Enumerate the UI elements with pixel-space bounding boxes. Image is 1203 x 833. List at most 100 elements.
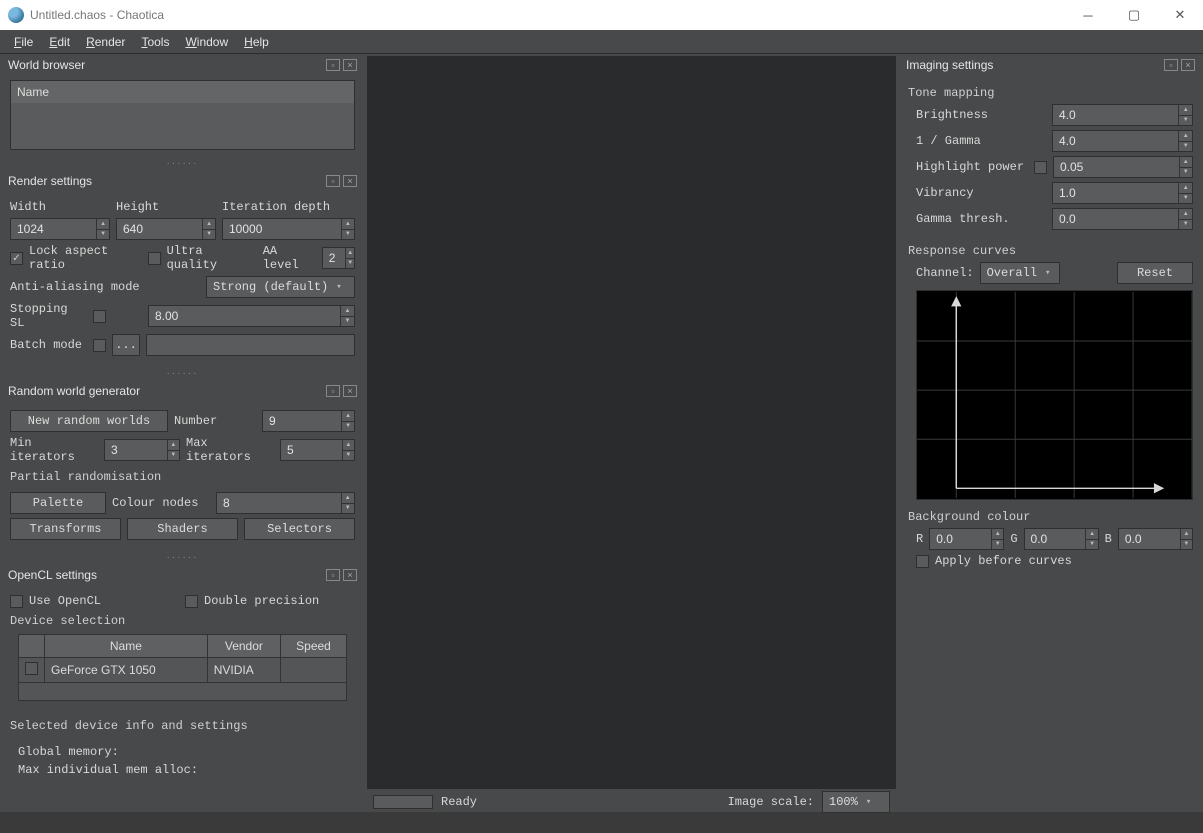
background-colour-label: Background colour (908, 510, 1193, 524)
width-input[interactable]: ▲▼ (10, 218, 110, 240)
bg-r-label: R (916, 532, 923, 546)
window-title: Untitled.chaos - Chaotica (30, 8, 1065, 22)
use-opencl-label: Use OpenCL (29, 594, 179, 608)
menu-file[interactable]: File (6, 33, 41, 51)
render-settings-panel: Render settings ▫ × Width Height Iterati… (0, 170, 365, 380)
max-iterators-input[interactable]: ▲▼ (280, 439, 355, 461)
menu-window[interactable]: Window (177, 33, 236, 51)
lock-aspect-checkbox[interactable]: ✓ (10, 252, 23, 265)
close-button[interactable]: ✕ (1157, 0, 1203, 30)
maximize-button[interactable]: ▢ (1111, 0, 1157, 30)
undock-icon[interactable]: ▫ (326, 175, 340, 187)
vibrancy-input[interactable]: ▲▼ (1052, 182, 1193, 204)
new-random-worlds-button[interactable]: New random worlds (10, 410, 168, 432)
aa-level-input[interactable]: ▲▼ (322, 247, 355, 269)
table-row[interactable]: GeForce GTX 1050 NVIDIA (19, 658, 347, 683)
partial-randomisation-label: Partial randomisation (10, 470, 355, 484)
batch-mode-label: Batch mode (10, 338, 87, 352)
imaging-title: Imaging settings (906, 58, 993, 72)
right-panel: Imaging settings ▫ × Tone mapping Bright… (898, 54, 1203, 812)
batch-browse-button[interactable]: ... (112, 334, 140, 356)
undock-icon[interactable]: ▫ (1164, 59, 1178, 71)
iteration-depth-label: Iteration depth (222, 200, 355, 214)
image-scale-dropdown[interactable]: 100% (822, 791, 890, 813)
bg-g-input[interactable]: ▲▼ (1024, 528, 1099, 550)
gamma-input[interactable]: ▲▼ (1052, 130, 1193, 152)
titlebar: Untitled.chaos - Chaotica ─ ▢ ✕ (0, 0, 1203, 30)
apply-before-curves-label: Apply before curves (935, 554, 1072, 568)
colour-nodes-input[interactable]: ▲▼ (216, 492, 355, 514)
number-input[interactable]: ▲▼ (262, 410, 355, 432)
bg-b-label: B (1105, 532, 1112, 546)
random-generator-panel: Random world generator ▫ × New random wo… (0, 380, 365, 564)
apply-before-curves-checkbox[interactable] (916, 555, 929, 568)
minimize-button[interactable]: ─ (1065, 0, 1111, 30)
palette-button[interactable]: Palette (10, 492, 106, 514)
width-label: Width (10, 200, 110, 214)
selectors-button[interactable]: Selectors (244, 518, 355, 540)
menu-help[interactable]: Help (236, 33, 277, 51)
world-browser-title: World browser (8, 58, 85, 72)
table-row-empty (19, 683, 347, 701)
number-label: Number (174, 414, 256, 428)
menu-render[interactable]: Render (78, 33, 133, 51)
status-text: Ready (441, 795, 477, 809)
bg-r-input[interactable]: ▲▼ (929, 528, 1004, 550)
ultra-quality-checkbox[interactable] (148, 252, 161, 265)
brightness-label: Brightness (916, 108, 1046, 122)
bg-b-input[interactable]: ▲▼ (1118, 528, 1193, 550)
transforms-button[interactable]: Transforms (10, 518, 121, 540)
stopping-sl-checkbox[interactable] (93, 310, 106, 323)
shaders-button[interactable]: Shaders (127, 518, 238, 540)
col-speed[interactable]: Speed (281, 635, 347, 658)
gamma-thresh-input[interactable]: ▲▼ (1052, 208, 1193, 230)
stopping-sl-input[interactable]: ▲▼ (148, 305, 355, 327)
double-precision-checkbox[interactable] (185, 595, 198, 608)
iteration-depth-input[interactable]: ▲▼ (222, 218, 355, 240)
menu-edit[interactable]: Edit (41, 33, 78, 51)
min-iterators-label: Min iterators (10, 436, 98, 464)
device-speed (281, 658, 347, 683)
close-panel-icon[interactable]: × (1181, 59, 1195, 71)
viewport: Ready Image scale: 100% (365, 54, 898, 812)
reset-button[interactable]: Reset (1117, 262, 1193, 284)
undock-icon[interactable]: ▫ (326, 59, 340, 71)
device-checkbox[interactable] (25, 662, 38, 675)
aa-mode-dropdown[interactable]: Strong (default) (206, 276, 355, 298)
imaging-panel: Imaging settings ▫ × Tone mapping Bright… (898, 54, 1203, 580)
world-browser-panel: World browser ▫ × Name ······ (0, 54, 365, 170)
highlight-power-label: Highlight power (916, 160, 1028, 174)
response-curves-editor[interactable] (916, 290, 1193, 500)
brightness-input[interactable]: ▲▼ (1052, 104, 1193, 126)
close-panel-icon[interactable]: × (343, 569, 357, 581)
col-name[interactable]: Name (45, 635, 208, 658)
device-info-label: Selected device info and settings (10, 719, 355, 733)
highlight-power-checkbox[interactable] (1034, 161, 1047, 174)
height-input[interactable]: ▲▼ (116, 218, 216, 240)
left-panel: World browser ▫ × Name ······ Render set… (0, 54, 365, 812)
channel-dropdown[interactable]: Overall (980, 262, 1060, 284)
undock-icon[interactable]: ▫ (326, 569, 340, 581)
height-label: Height (116, 200, 216, 214)
gamma-label: 1 / Gamma (916, 134, 1046, 148)
col-vendor[interactable]: Vendor (207, 635, 280, 658)
statusbar: Ready Image scale: 100% (365, 791, 898, 812)
world-list[interactable]: Name (10, 80, 355, 150)
batch-mode-checkbox[interactable] (93, 339, 106, 352)
render-view[interactable] (367, 56, 896, 789)
menu-tools[interactable]: Tools (133, 33, 177, 51)
stopping-sl-label: Stopping SL (10, 302, 87, 330)
undock-icon[interactable]: ▫ (326, 385, 340, 397)
use-opencl-checkbox[interactable] (10, 595, 23, 608)
device-selection-label: Device selection (10, 614, 355, 628)
divider: ······ (0, 158, 365, 170)
close-panel-icon[interactable]: × (343, 175, 357, 187)
aa-mode-label: Anti-aliasing mode (10, 280, 200, 294)
batch-path-input[interactable] (146, 334, 355, 356)
min-iterators-input[interactable]: ▲▼ (104, 439, 180, 461)
device-table: Name Vendor Speed GeForce GTX 1050 NVIDI… (18, 634, 347, 701)
highlight-power-input[interactable]: ▲▼ (1053, 156, 1193, 178)
close-panel-icon[interactable]: × (343, 59, 357, 71)
close-panel-icon[interactable]: × (343, 385, 357, 397)
channel-label: Channel: (916, 266, 974, 280)
